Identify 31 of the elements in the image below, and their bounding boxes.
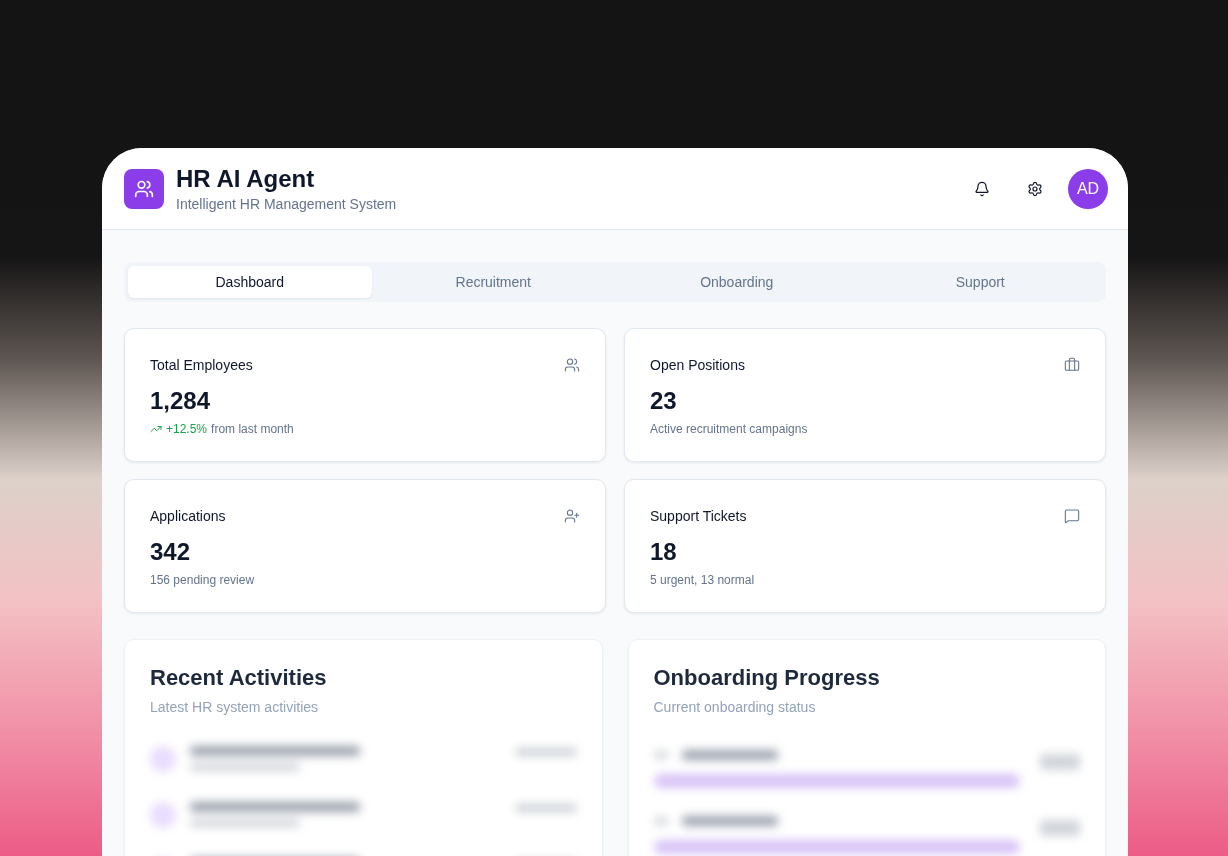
stat-title: Total Employees xyxy=(150,355,253,375)
briefcase-icon xyxy=(1064,357,1080,373)
stat-value: 23 xyxy=(650,386,677,416)
user-plus-icon xyxy=(564,508,580,524)
users-icon xyxy=(564,357,580,373)
stat-note: 156 pending review xyxy=(150,572,255,588)
logo-icon xyxy=(124,168,164,209)
settings-icon xyxy=(1027,180,1043,197)
tab[interactable]: Recruitment xyxy=(371,266,615,298)
stat-note: 5 urgent, 13 normal xyxy=(650,572,755,588)
stat-value: 18 xyxy=(650,537,677,567)
stat-note: Active recruitment campaigns xyxy=(650,421,808,437)
app-title: HR AI Agent xyxy=(176,163,316,194)
panel-title: Recent Activities xyxy=(150,664,327,692)
trend-value: +12.5% xyxy=(166,421,208,437)
panel-subtitle: Current onboarding status xyxy=(653,698,816,716)
tab[interactable]: Support xyxy=(858,266,1102,298)
tab[interactable]: Dashboard xyxy=(128,266,372,298)
panel-title: Onboarding Progress xyxy=(653,664,880,692)
stat-title: Applications xyxy=(150,506,226,526)
app-subtitle: Intelligent HR Management System xyxy=(176,194,397,214)
stat-value: 1,284 xyxy=(150,386,211,416)
stat-title: Support Tickets xyxy=(650,506,747,526)
bell-icon xyxy=(974,180,990,197)
stat-value: 342 xyxy=(150,537,191,567)
panel-subtitle: Latest HR system activities xyxy=(150,698,319,716)
chat-bubble-icon xyxy=(1064,508,1080,524)
user-avatar[interactable]: AD xyxy=(1068,168,1108,209)
tab[interactable]: Onboarding xyxy=(615,266,859,298)
stat-title: Open Positions xyxy=(650,355,745,375)
stat-note: from last month xyxy=(211,421,294,437)
